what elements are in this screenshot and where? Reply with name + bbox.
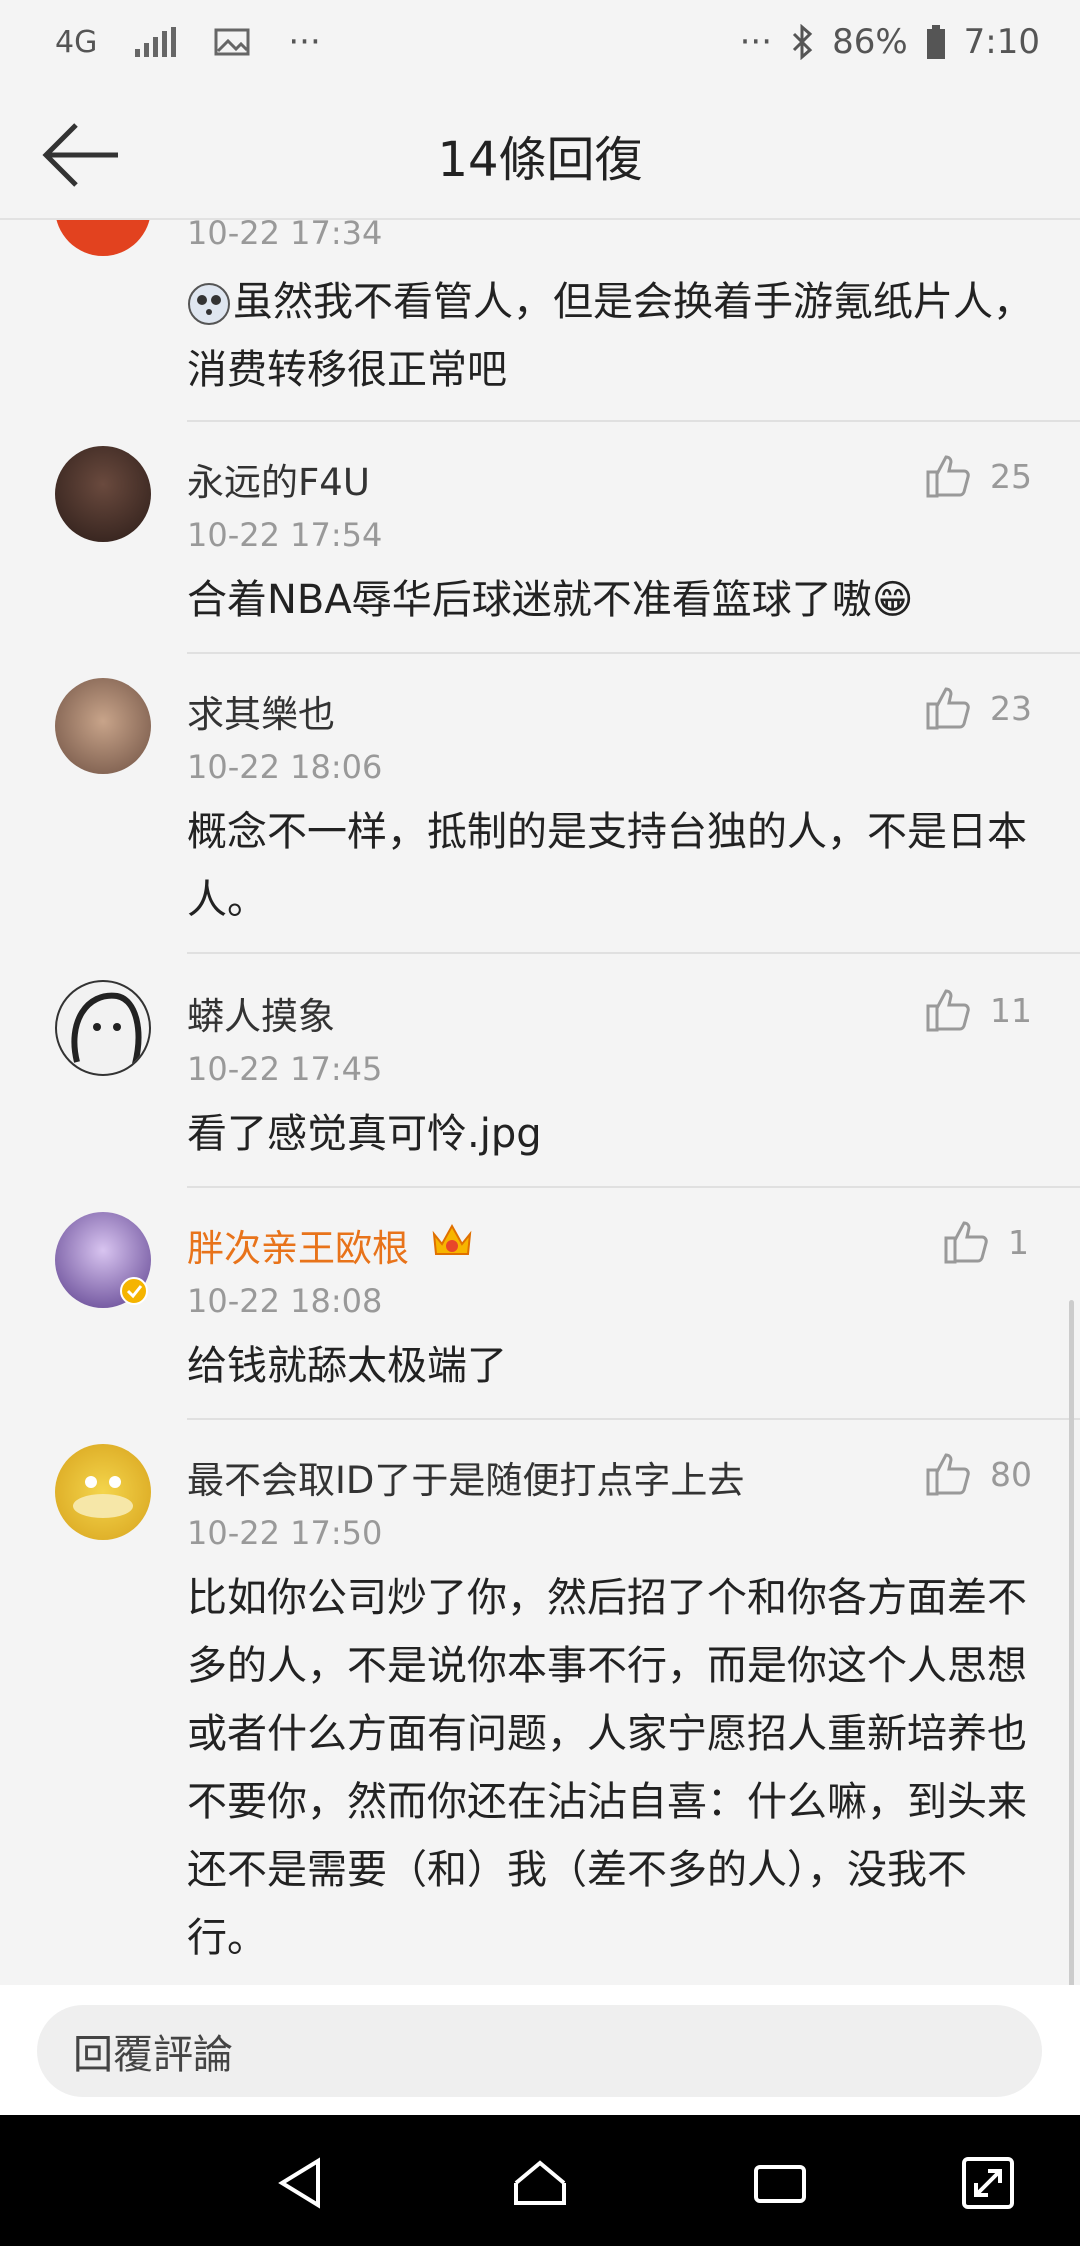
divider bbox=[187, 652, 1080, 654]
like-count: 1 bbox=[1008, 1222, 1029, 1262]
verified-badge-icon bbox=[120, 1277, 148, 1305]
comment-text: 看了感觉真可怜.jpg bbox=[187, 1111, 542, 1157]
battery-icon bbox=[926, 25, 945, 59]
comment-time: 10-22 17:54 bbox=[187, 516, 383, 554]
comment-time: 10-22 17:34 bbox=[187, 220, 383, 252]
divider bbox=[187, 1418, 1080, 1420]
comment-text: 合着NBA辱华后球迷就不准看篮球了嗷😁 bbox=[187, 577, 914, 623]
like-button[interactable]: 25 bbox=[924, 452, 1032, 500]
page-title: 14條回復 bbox=[437, 132, 643, 188]
like-button[interactable]: 1 bbox=[942, 1218, 1029, 1266]
thumbs-up-icon bbox=[926, 989, 970, 1032]
thumbs-up-icon bbox=[926, 1453, 970, 1496]
reply-bar: 回覆評論 bbox=[0, 1985, 1080, 2115]
battery-percent: 86% bbox=[832, 22, 908, 62]
clock: 7:10 bbox=[963, 22, 1040, 62]
nav-recent-icon[interactable] bbox=[750, 2153, 810, 2213]
nav-back-icon[interactable] bbox=[270, 2153, 330, 2213]
scrollbar[interactable] bbox=[1069, 1300, 1074, 1985]
thumbs-up-icon bbox=[944, 1221, 988, 1264]
like-count: 23 bbox=[990, 688, 1032, 728]
nav-home-icon[interactable] bbox=[510, 2153, 570, 2213]
image-icon bbox=[214, 28, 250, 56]
like-button[interactable]: 23 bbox=[924, 684, 1032, 732]
comment-username[interactable]: 胖次亲王欧根 bbox=[187, 1218, 409, 1272]
avatar[interactable] bbox=[55, 980, 151, 1076]
avatar[interactable] bbox=[55, 446, 151, 542]
bluetooth-icon bbox=[793, 24, 813, 60]
nav-expand-icon[interactable] bbox=[958, 2153, 1018, 2213]
signal-icon bbox=[135, 27, 177, 57]
divider bbox=[187, 420, 1080, 422]
status-bar: 4G ··· ··· 86% 7:10 bbox=[0, 0, 1080, 90]
comment-time: 10-22 18:08 bbox=[187, 1282, 383, 1320]
like-count: 80 bbox=[990, 1454, 1032, 1494]
divider bbox=[187, 1186, 1080, 1188]
like-button[interactable]: 11 bbox=[924, 986, 1032, 1034]
thumbs-up-icon bbox=[926, 687, 970, 730]
divider bbox=[187, 952, 1080, 954]
avatar[interactable] bbox=[55, 678, 151, 774]
comment-text: 虽然我不看管人，但是会换着手游氪纸片人，消费转移很正常吧 bbox=[187, 279, 1033, 393]
comment-username[interactable]: 永远的F4U bbox=[187, 452, 370, 506]
comment-username[interactable]: 蟒人摸象 bbox=[187, 986, 335, 1040]
vip-crown-icon bbox=[432, 1223, 472, 1255]
network-indicator: 4G bbox=[55, 24, 98, 60]
navigation-bar bbox=[0, 2115, 1080, 2246]
more-notifications-icon: ··· bbox=[288, 22, 321, 62]
like-count: 11 bbox=[990, 990, 1032, 1030]
more-status-icon: ··· bbox=[739, 22, 773, 62]
comment-text: 概念不一样，抵制的是支持台独的人，不是日本人。 bbox=[187, 809, 1027, 923]
like-count: 25 bbox=[990, 456, 1032, 496]
sketch-face-icon bbox=[71, 992, 142, 1065]
avatar[interactable] bbox=[55, 1444, 151, 1540]
like-button[interactable]: 80 bbox=[924, 1450, 1032, 1498]
thumbs-up-icon bbox=[926, 455, 970, 498]
comment-text: 给钱就舔太极端了 bbox=[187, 1343, 507, 1389]
avatar[interactable] bbox=[55, 220, 151, 256]
comment-time: 10-22 17:45 bbox=[187, 1050, 383, 1088]
header: 14條回復 bbox=[0, 90, 1080, 220]
comment-text: 比如你公司炒了你，然后招了个和你各方面差不多的人，不是说你本事不行，而是你这个人… bbox=[187, 1575, 1027, 1961]
comment-time: 10-22 18:06 bbox=[187, 748, 383, 786]
comment-username[interactable]: 求其樂也 bbox=[187, 684, 335, 738]
comment-time: 10-22 17:50 bbox=[187, 1514, 383, 1552]
duck-face-icon bbox=[73, 1476, 133, 1518]
comment-username[interactable]: 最不会取ID了于是随便打点字上去 bbox=[187, 1450, 744, 1504]
reply-input[interactable]: 回覆評論 bbox=[37, 2005, 1042, 2097]
comment-list[interactable]: 10-22 17:34 虽然我不看管人，但是会换着手游氪纸片人，消费转移很正常吧… bbox=[0, 220, 1080, 1985]
